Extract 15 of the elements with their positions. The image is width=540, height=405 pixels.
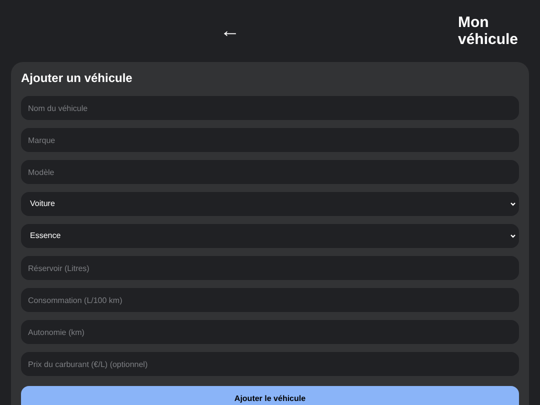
select-field[interactable]: Essence [21, 224, 519, 248]
select-field[interactable]: Voiture [21, 192, 519, 216]
input-field[interactable]: Marque [21, 128, 519, 152]
input-field[interactable]: Prix du carburant (€/L) (optionnel) [21, 352, 519, 376]
form-title: Ajouter un véhicule [21, 71, 134, 85]
submit-button[interactable]: Ajouter le véhicule [21, 386, 519, 405]
input-field[interactable]: Réservoir (Litres) [21, 256, 519, 280]
page-title: Mon véhicule [458, 14, 520, 48]
input-field[interactable]: Autonomie (km) [21, 320, 519, 344]
chevron-down-icon [510, 233, 516, 239]
chevron-down-icon [510, 201, 516, 207]
back-button[interactable]: ← [220, 21, 240, 41]
input-field[interactable]: Modèle [21, 160, 519, 184]
input-field[interactable]: Consommation (L/100 km) [21, 288, 519, 312]
input-field[interactable]: Nom du véhicule [21, 96, 519, 120]
